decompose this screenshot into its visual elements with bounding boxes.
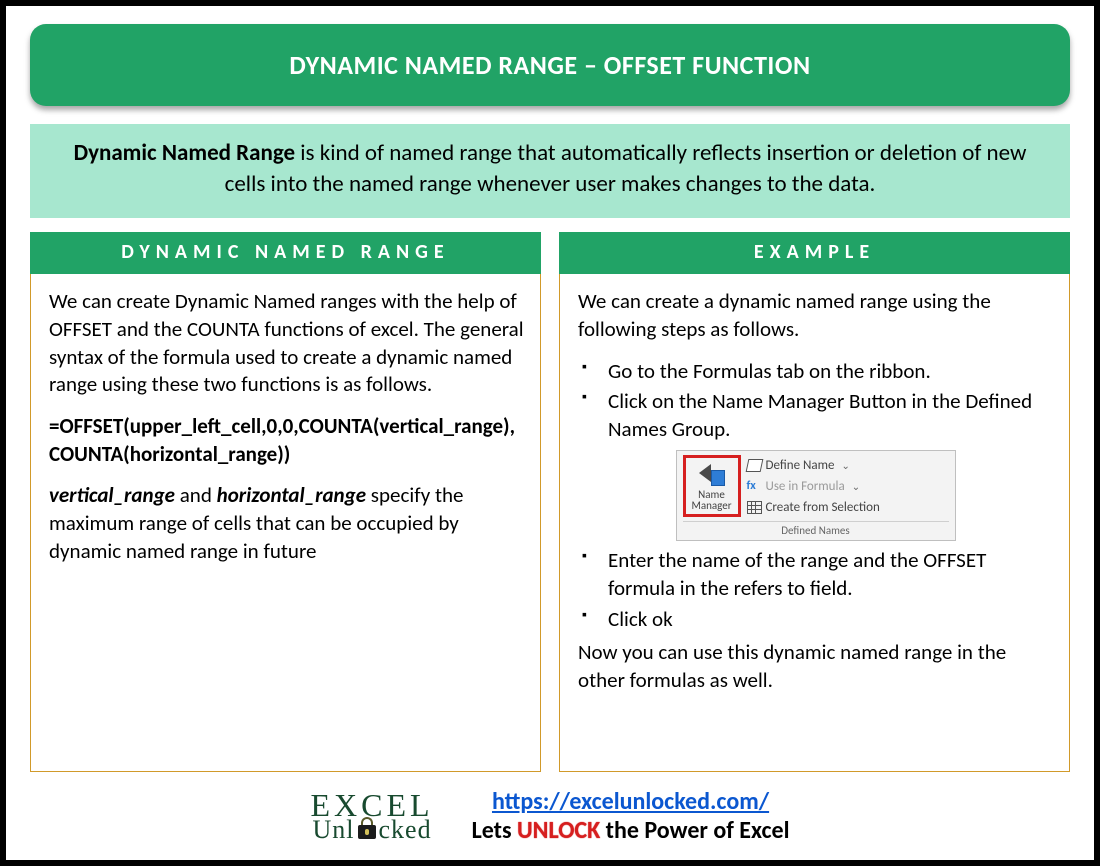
footer-tagline: Lets UNLOCK the Power of Excel [472, 816, 790, 845]
left-column: DYNAMIC NAMED RANGE We can create Dynami… [30, 232, 541, 772]
logo: EXCEL Unl cked [311, 789, 434, 843]
steps-list-after: Enter the name of the range and the OFFS… [578, 547, 1053, 633]
intro-box: Dynamic Named Range is kind of named ran… [30, 124, 1070, 218]
logo-row2: Unl cked [313, 817, 432, 843]
chevron-down-icon: ⌄ [852, 480, 860, 493]
right-column: EXAMPLE We can create a dynamic named ra… [559, 232, 1070, 772]
left-column-header: DYNAMIC NAMED RANGE [30, 232, 541, 274]
name-manager-icon [699, 460, 725, 486]
tag-icon [745, 459, 763, 472]
formula-text: =OFFSET(upper_left_cell,0,0,COUNTA(verti… [49, 413, 524, 468]
ribbon-group-label: Defined Names [683, 521, 949, 539]
ribbon-graphic: Name Manager Define Name⌄ fx Use in Form… [676, 450, 956, 542]
param1: vertical_range [49, 482, 175, 508]
name-manager-button: Name Manager [683, 455, 741, 517]
step-item: Enter the name of the range and the OFFS… [602, 547, 1053, 602]
right-column-header: EXAMPLE [559, 232, 1070, 274]
left-column-body: We can create Dynamic Named ranges with … [30, 274, 541, 772]
define-name-option: Define Name⌄ [747, 457, 949, 474]
step-item: Go to the Formulas tab on the ribbon. [602, 358, 1053, 386]
intro-rest: is kind of named range that automaticall… [225, 139, 1027, 198]
title-bar: DYNAMIC NAMED RANGE – OFFSET FUNCTION [30, 24, 1070, 106]
document-frame: DYNAMIC NAMED RANGE – OFFSET FUNCTION Dy… [0, 0, 1100, 866]
chevron-down-icon: ⌄ [841, 459, 849, 472]
example-intro: We can create a dynamic named range usin… [578, 288, 1053, 343]
step-item: Click ok [602, 606, 1053, 634]
param-note: vertical_range and horizontal_range spec… [49, 482, 524, 565]
grid-icon [747, 501, 762, 514]
step-item: Click on the Name Manager Button in the … [602, 388, 1053, 443]
title-text: DYNAMIC NAMED RANGE – OFFSET FUNCTION [289, 49, 810, 81]
right-column-body: We can create a dynamic named range usin… [559, 274, 1070, 772]
lock-icon [356, 817, 378, 843]
footer: EXCEL Unl cked https://excelunlocked.com… [30, 772, 1070, 850]
columns: DYNAMIC NAMED RANGE We can create Dynami… [30, 232, 1070, 772]
footer-link[interactable]: https://excelunlocked.com/ [492, 787, 769, 816]
fx-icon: fx [747, 480, 762, 493]
footer-text: https://excelunlocked.com/ Lets UNLOCK t… [472, 787, 790, 845]
create-from-selection-option: Create from Selection [747, 499, 949, 516]
param2: horizontal_range [217, 482, 366, 508]
intro-term: Dynamic Named Range [74, 139, 296, 167]
use-in-formula-option: fx Use in Formula⌄ [747, 478, 949, 495]
left-para1: We can create Dynamic Named ranges with … [49, 288, 524, 399]
steps-list: Go to the Formulas tab on the ribbon. Cl… [578, 358, 1053, 444]
example-closing: Now you can use this dynamic named range… [578, 639, 1053, 694]
